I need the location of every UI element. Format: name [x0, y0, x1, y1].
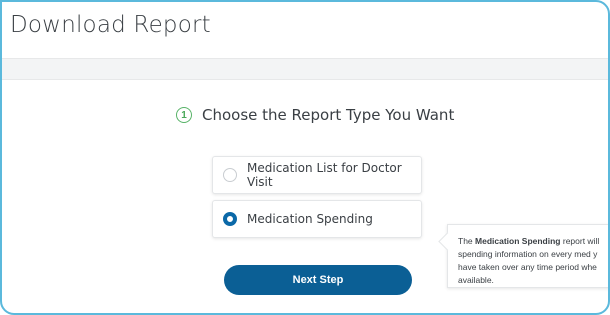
- radio-unselected-icon[interactable]: [223, 168, 237, 182]
- tooltip-line-2: spending information on every med y: [458, 249, 598, 259]
- step-number-badge: 1: [176, 107, 192, 123]
- tooltip-line-4: available.: [458, 275, 494, 285]
- next-step-button[interactable]: Next Step: [224, 265, 412, 295]
- tooltip-line-1: The Medication Spending report will: [458, 236, 600, 246]
- option-label: Medication List for Doctor Visit: [247, 161, 402, 189]
- step-title: Choose the Report Type You Want: [202, 106, 455, 124]
- option-medication-spending[interactable]: Medication Spending: [212, 200, 422, 238]
- page-title: Download Report: [10, 12, 211, 38]
- tooltip-report-name: Medication Spending: [475, 236, 561, 246]
- option-label: Medication Spending: [247, 212, 373, 226]
- report-description-tooltip: The Medication Spending report will spen…: [447, 224, 608, 288]
- header-divider-strip: [2, 58, 608, 80]
- option-medication-list[interactable]: Medication List for Doctor Visit: [212, 156, 422, 194]
- report-panel: Download Report 1 Choose the Report Type…: [0, 0, 610, 315]
- tooltip-line-3: have taken over any time period whe: [458, 262, 597, 272]
- radio-selected-icon[interactable]: [223, 212, 237, 226]
- step-heading: 1 Choose the Report Type You Want: [176, 106, 454, 124]
